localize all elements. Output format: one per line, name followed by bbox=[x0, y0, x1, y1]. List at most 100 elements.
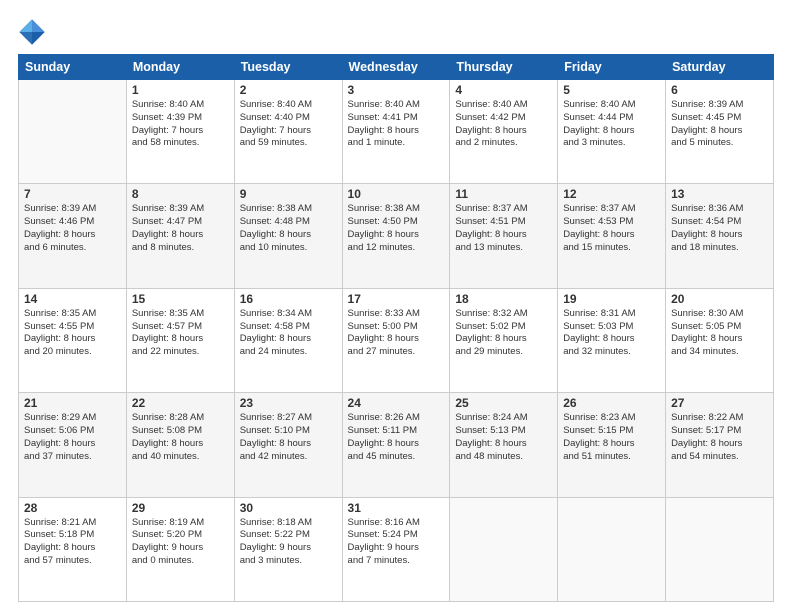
col-wednesday: Wednesday bbox=[342, 55, 450, 80]
day-info: Sunrise: 8:35 AMSunset: 4:55 PMDaylight:… bbox=[24, 308, 121, 359]
calendar-cell: 31 Sunrise: 8:16 AMSunset: 5:24 PMDayligh… bbox=[342, 497, 450, 601]
day-number: 13 bbox=[671, 187, 768, 201]
day-number: 11 bbox=[455, 187, 552, 201]
day-info: Sunrise: 8:36 AMSunset: 4:54 PMDaylight:… bbox=[671, 203, 768, 254]
day-info: Sunrise: 8:34 AMSunset: 4:58 PMDaylight:… bbox=[240, 308, 337, 359]
day-number: 3 bbox=[348, 83, 445, 97]
calendar-cell: 29 Sunrise: 8:19 AMSunset: 5:20 PMDayligh… bbox=[126, 497, 234, 601]
calendar-cell: 17 Sunrise: 8:33 AMSunset: 5:00 PMDayligh… bbox=[342, 288, 450, 392]
calendar-cell: 8Sunrise: 8:39 AMSunset: 4:47 PMDaylight… bbox=[126, 184, 234, 288]
day-info: Sunrise: 8:38 AMSunset: 4:50 PMDaylight:… bbox=[348, 203, 445, 254]
col-tuesday: Tuesday bbox=[234, 55, 342, 80]
day-info: Sunrise: 8:40 AMSunset: 4:42 PMDaylight:… bbox=[455, 99, 552, 150]
day-number: 12 bbox=[563, 187, 660, 201]
day-number: 24 bbox=[348, 396, 445, 410]
calendar-cell: 23 Sunrise: 8:27 AMSunset: 5:10 PMDayligh… bbox=[234, 393, 342, 497]
day-info: Sunrise: 8:40 AMSunset: 4:39 PMDaylight:… bbox=[132, 99, 229, 150]
day-number: 29 bbox=[132, 501, 229, 515]
day-number: 17 bbox=[348, 292, 445, 306]
header bbox=[18, 18, 774, 46]
day-info: Sunrise: 8:32 AMSunset: 5:02 PMDaylight:… bbox=[455, 308, 552, 359]
day-info: Sunrise: 8:30 AMSunset: 5:05 PMDaylight:… bbox=[671, 308, 768, 359]
calendar-cell: 26 Sunrise: 8:23 AMSunset: 5:15 PMDayligh… bbox=[558, 393, 666, 497]
calendar-cell: 28 Sunrise: 8:21 AMSunset: 5:18 PMDayligh… bbox=[19, 497, 127, 601]
day-number: 27 bbox=[671, 396, 768, 410]
calendar-cell: 10 Sunrise: 8:38 AMSunset: 4:50 PMDayligh… bbox=[342, 184, 450, 288]
day-number: 30 bbox=[240, 501, 337, 515]
day-number: 18 bbox=[455, 292, 552, 306]
day-info: Sunrise: 8:33 AMSunset: 5:00 PMDaylight:… bbox=[348, 308, 445, 359]
day-number: 23 bbox=[240, 396, 337, 410]
calendar-cell: 30Sunrise: 8:18 AMSunset: 5:22 PMDayligh… bbox=[234, 497, 342, 601]
col-friday: Friday bbox=[558, 55, 666, 80]
calendar-cell: 13 Sunrise: 8:36 AMSunset: 4:54 PMDayligh… bbox=[666, 184, 774, 288]
day-number: 14 bbox=[24, 292, 121, 306]
calendar-cell: 15Sunrise: 8:35 AMSunset: 4:57 PMDayligh… bbox=[126, 288, 234, 392]
calendar-header-row: Sunday Monday Tuesday Wednesday Thursday… bbox=[19, 55, 774, 80]
day-number: 9 bbox=[240, 187, 337, 201]
page: Sunday Monday Tuesday Wednesday Thursday… bbox=[0, 0, 792, 612]
day-number: 19 bbox=[563, 292, 660, 306]
day-number: 22 bbox=[132, 396, 229, 410]
calendar-cell: 2Sunrise: 8:40 AMSunset: 4:40 PMDaylight… bbox=[234, 80, 342, 184]
calendar-cell: 7 Sunrise: 8:39 AMSunset: 4:46 PMDaylight… bbox=[19, 184, 127, 288]
calendar-cell bbox=[450, 497, 558, 601]
col-thursday: Thursday bbox=[450, 55, 558, 80]
day-info: Sunrise: 8:29 AMSunset: 5:06 PMDaylight:… bbox=[24, 412, 121, 463]
calendar-cell: 20 Sunrise: 8:30 AMSunset: 5:05 PMDayligh… bbox=[666, 288, 774, 392]
day-number: 15 bbox=[132, 292, 229, 306]
calendar-cell: 14 Sunrise: 8:35 AMSunset: 4:55 PMDayligh… bbox=[19, 288, 127, 392]
calendar-cell: 9Sunrise: 8:38 AMSunset: 4:48 PMDaylight… bbox=[234, 184, 342, 288]
calendar-cell: 4Sunrise: 8:40 AMSunset: 4:42 PMDaylight… bbox=[450, 80, 558, 184]
day-number: 26 bbox=[563, 396, 660, 410]
day-number: 5 bbox=[563, 83, 660, 97]
day-info: Sunrise: 8:31 AMSunset: 5:03 PMDaylight:… bbox=[563, 308, 660, 359]
calendar-cell: 21 Sunrise: 8:29 AMSunset: 5:06 PMDayligh… bbox=[19, 393, 127, 497]
calendar-cell: 6 Sunrise: 8:39 AMSunset: 4:45 PMDaylight… bbox=[666, 80, 774, 184]
calendar-cell: 18 Sunrise: 8:32 AMSunset: 5:02 PMDayligh… bbox=[450, 288, 558, 392]
day-number: 16 bbox=[240, 292, 337, 306]
day-info: Sunrise: 8:23 AMSunset: 5:15 PMDaylight:… bbox=[563, 412, 660, 463]
calendar-week-row: 14 Sunrise: 8:35 AMSunset: 4:55 PMDayligh… bbox=[19, 288, 774, 392]
day-number: 2 bbox=[240, 83, 337, 97]
day-number: 28 bbox=[24, 501, 121, 515]
day-number: 1 bbox=[132, 83, 229, 97]
day-number: 10 bbox=[348, 187, 445, 201]
calendar-week-row: 7 Sunrise: 8:39 AMSunset: 4:46 PMDaylight… bbox=[19, 184, 774, 288]
logo-icon bbox=[18, 18, 46, 46]
day-info: Sunrise: 8:22 AMSunset: 5:17 PMDaylight:… bbox=[671, 412, 768, 463]
calendar-cell: 27 Sunrise: 8:22 AMSunset: 5:17 PMDayligh… bbox=[666, 393, 774, 497]
day-number: 21 bbox=[24, 396, 121, 410]
calendar: Sunday Monday Tuesday Wednesday Thursday… bbox=[18, 54, 774, 602]
calendar-week-row: 1 Sunrise: 8:40 AMSunset: 4:39 PMDaylight… bbox=[19, 80, 774, 184]
day-number: 25 bbox=[455, 396, 552, 410]
calendar-week-row: 21 Sunrise: 8:29 AMSunset: 5:06 PMDayligh… bbox=[19, 393, 774, 497]
day-info: Sunrise: 8:37 AMSunset: 4:51 PMDaylight:… bbox=[455, 203, 552, 254]
day-info: Sunrise: 8:16 AMSunset: 5:24 PMDaylight:… bbox=[348, 517, 445, 568]
day-number: 8 bbox=[132, 187, 229, 201]
day-info: Sunrise: 8:19 AMSunset: 5:20 PMDaylight:… bbox=[132, 517, 229, 568]
day-info: Sunrise: 8:28 AMSunset: 5:08 PMDaylight:… bbox=[132, 412, 229, 463]
day-info: Sunrise: 8:21 AMSunset: 5:18 PMDaylight:… bbox=[24, 517, 121, 568]
calendar-cell: 12Sunrise: 8:37 AMSunset: 4:53 PMDayligh… bbox=[558, 184, 666, 288]
day-number: 6 bbox=[671, 83, 768, 97]
calendar-cell: 1 Sunrise: 8:40 AMSunset: 4:39 PMDaylight… bbox=[126, 80, 234, 184]
col-monday: Monday bbox=[126, 55, 234, 80]
calendar-cell: 5Sunrise: 8:40 AMSunset: 4:44 PMDaylight… bbox=[558, 80, 666, 184]
calendar-cell: 22 Sunrise: 8:28 AMSunset: 5:08 PMDayligh… bbox=[126, 393, 234, 497]
calendar-cell: 19 Sunrise: 8:31 AMSunset: 5:03 PMDayligh… bbox=[558, 288, 666, 392]
day-number: 7 bbox=[24, 187, 121, 201]
col-sunday: Sunday bbox=[19, 55, 127, 80]
calendar-cell: 25 Sunrise: 8:24 AMSunset: 5:13 PMDayligh… bbox=[450, 393, 558, 497]
day-info: Sunrise: 8:27 AMSunset: 5:10 PMDaylight:… bbox=[240, 412, 337, 463]
calendar-cell: 16 Sunrise: 8:34 AMSunset: 4:58 PMDayligh… bbox=[234, 288, 342, 392]
day-info: Sunrise: 8:39 AMSunset: 4:46 PMDaylight:… bbox=[24, 203, 121, 254]
day-info: Sunrise: 8:24 AMSunset: 5:13 PMDaylight:… bbox=[455, 412, 552, 463]
col-saturday: Saturday bbox=[666, 55, 774, 80]
day-info: Sunrise: 8:39 AMSunset: 4:45 PMDaylight:… bbox=[671, 99, 768, 150]
calendar-cell: 3Sunrise: 8:40 AMSunset: 4:41 PMDaylight… bbox=[342, 80, 450, 184]
calendar-cell: 24Sunrise: 8:26 AMSunset: 5:11 PMDayligh… bbox=[342, 393, 450, 497]
calendar-cell bbox=[558, 497, 666, 601]
day-number: 31 bbox=[348, 501, 445, 515]
day-number: 20 bbox=[671, 292, 768, 306]
